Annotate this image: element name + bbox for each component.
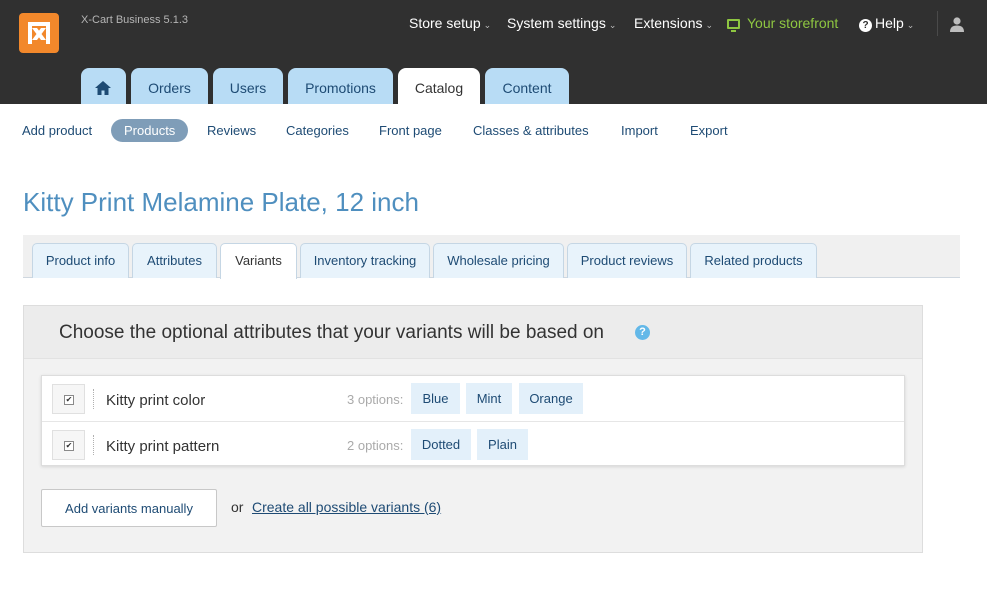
attribute-row: ✔ Kitty print color 3 options: Blue Mint… xyxy=(42,376,904,421)
tab-related-products[interactable]: Related products xyxy=(690,243,817,278)
monitor-icon xyxy=(727,19,740,32)
option-chip: Plain xyxy=(477,429,528,460)
option-chip: Blue xyxy=(411,383,460,414)
drag-handle[interactable] xyxy=(93,435,94,455)
option-chip: Orange xyxy=(519,383,583,414)
nav-extensions-label: Extensions xyxy=(634,15,703,31)
tab-wholesale-pricing[interactable]: Wholesale pricing xyxy=(433,243,564,278)
or-separator: or xyxy=(231,499,244,515)
attribute-name: Kitty print color xyxy=(106,392,206,409)
xcart-logo[interactable] xyxy=(19,13,59,53)
option-count: 2 options: xyxy=(347,438,404,453)
nav-store-setup[interactable]: Store setup ⌄ xyxy=(409,15,491,33)
option-chip: Mint xyxy=(466,383,512,414)
tab-product-info[interactable]: Product info xyxy=(32,243,129,278)
tab-home[interactable] xyxy=(81,68,126,104)
header-divider xyxy=(937,11,938,36)
tab-attributes[interactable]: Attributes xyxy=(132,243,217,278)
chevron-down-icon: ⌄ xyxy=(906,20,915,30)
user-icon[interactable] xyxy=(949,16,965,32)
attribute-checkbox[interactable]: ✔ xyxy=(64,441,74,451)
help-icon: ? xyxy=(859,19,872,32)
nav-system-settings-label: System settings xyxy=(507,15,606,31)
attribute-name: Kitty print pattern xyxy=(106,438,220,455)
subnav-export[interactable]: Export xyxy=(690,119,728,142)
nav-storefront-label: Your storefront xyxy=(747,15,839,31)
subnav-reviews[interactable]: Reviews xyxy=(207,119,256,142)
chevron-down-icon: ⌄ xyxy=(483,20,492,30)
tab-users[interactable]: Users xyxy=(213,68,283,104)
xcart-logo-icon xyxy=(28,22,50,44)
tab-orders[interactable]: Orders xyxy=(131,68,208,104)
tab-variants[interactable]: Variants xyxy=(220,243,297,279)
variants-panel: Choose the optional attributes that your… xyxy=(23,305,923,553)
nav-extensions[interactable]: Extensions ⌄ xyxy=(634,15,713,33)
attribute-checkbox[interactable]: ✔ xyxy=(64,395,74,405)
tab-inventory-tracking[interactable]: Inventory tracking xyxy=(300,243,430,278)
subnav-classes-attributes[interactable]: Classes & attributes xyxy=(473,119,589,142)
checkbox-cell: ✔ xyxy=(52,384,85,414)
variants-heading: Choose the optional attributes that your… xyxy=(59,322,604,343)
drag-handle[interactable] xyxy=(93,389,94,409)
nav-help-label: Help xyxy=(875,15,904,31)
variants-panel-header: Choose the optional attributes that your… xyxy=(24,306,922,359)
tab-catalog[interactable]: Catalog xyxy=(398,68,480,104)
page-title: Kitty Print Melamine Plate, 12 inch xyxy=(23,187,419,217)
chevron-down-icon: ⌄ xyxy=(608,20,617,30)
nav-store-setup-label: Store setup xyxy=(409,15,481,31)
option-count: 3 options: xyxy=(347,392,404,407)
home-icon xyxy=(95,81,111,95)
nav-storefront-link[interactable]: Your storefront xyxy=(727,15,838,33)
subnav-products[interactable]: Products xyxy=(111,119,189,142)
nav-help[interactable]: ? Help ⌄ xyxy=(859,15,914,33)
app-version: X-Cart Business 5.1.3 xyxy=(81,14,188,26)
chevron-down-icon: ⌄ xyxy=(705,20,714,30)
nav-system-settings[interactable]: System settings ⌄ xyxy=(507,15,616,33)
subnav-front-page[interactable]: Front page xyxy=(379,119,442,142)
add-variants-manually-button[interactable]: Add variants manually xyxy=(41,489,217,527)
tab-product-reviews[interactable]: Product reviews xyxy=(567,243,687,278)
subnav-import[interactable]: Import xyxy=(621,119,658,142)
subnav-add-product[interactable]: Add product xyxy=(22,119,92,142)
attribute-list: ✔ Kitty print color 3 options: Blue Mint… xyxy=(41,375,905,466)
subnav-categories[interactable]: Categories xyxy=(286,119,349,142)
checkbox-cell: ✔ xyxy=(52,430,85,460)
create-all-variants-link[interactable]: Create all possible variants (6) xyxy=(252,499,441,515)
question-icon[interactable]: ? xyxy=(635,325,650,340)
option-chip: Dotted xyxy=(411,429,471,460)
admin-header: X-Cart Business 5.1.3 Store setup ⌄ Syste… xyxy=(0,0,987,104)
attribute-row: ✔ Kitty print pattern 2 options: Dotted … xyxy=(42,421,904,466)
tab-promotions[interactable]: Promotions xyxy=(288,68,393,104)
tab-content[interactable]: Content xyxy=(485,68,569,104)
